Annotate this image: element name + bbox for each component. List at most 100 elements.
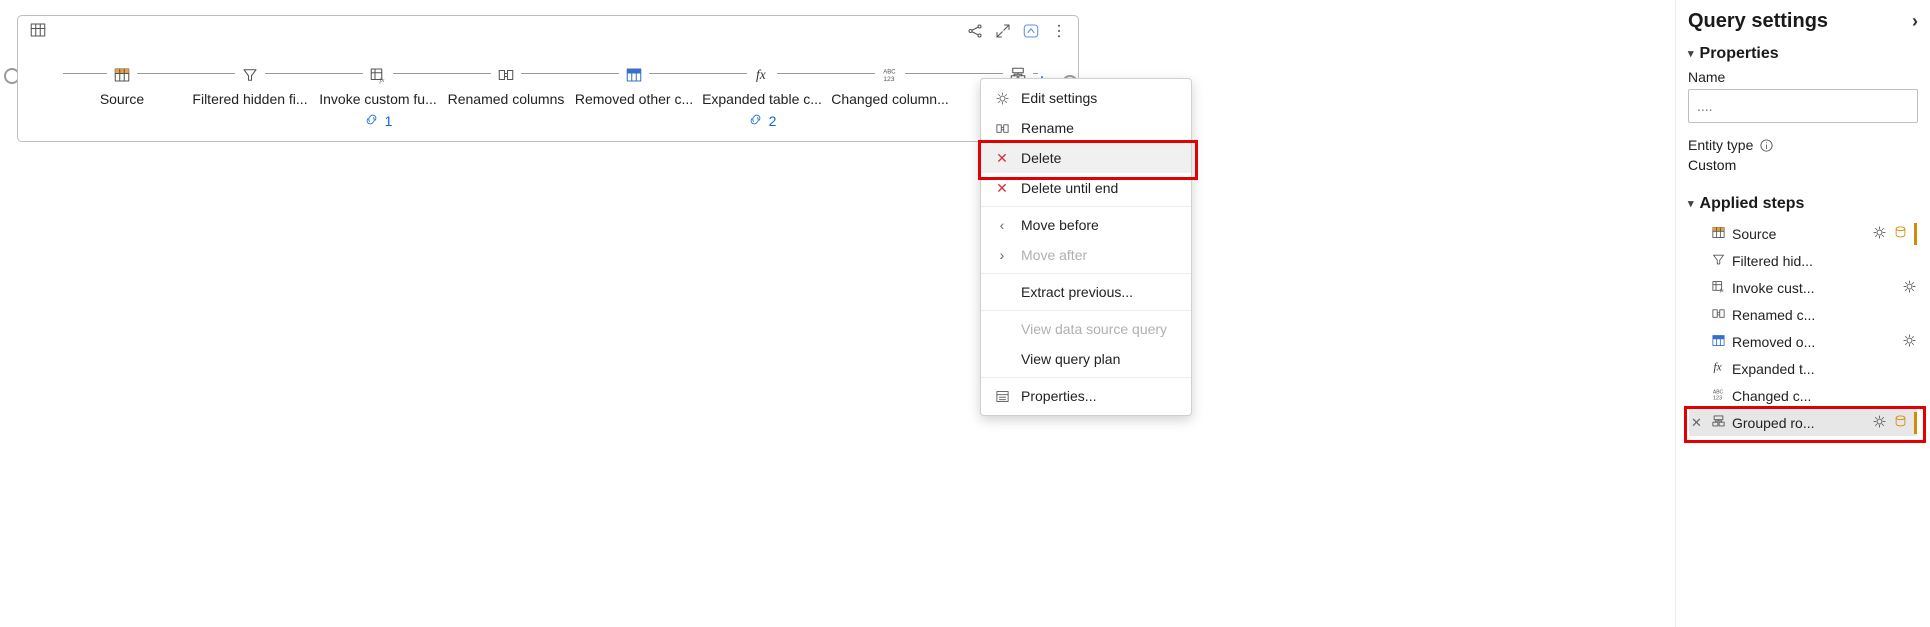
diagram-step[interactable]: Invoke custom fu... 1	[314, 64, 442, 130]
home-pill-icon[interactable]	[1022, 22, 1040, 44]
source-bar	[1914, 412, 1917, 434]
menu-item-label: View query plan	[1021, 351, 1120, 367]
step-name: Changed c...	[1732, 388, 1911, 404]
step-icon	[1711, 306, 1726, 324]
menu-item-delete-until-end[interactable]: ✕ Delete until end	[981, 173, 1191, 203]
query-settings-panel: Query settings › Properties Name Entity …	[1675, 0, 1930, 627]
menu-separator	[981, 206, 1191, 207]
rename-col-icon	[491, 64, 521, 86]
applied-step[interactable]: Invoke cust...	[1689, 274, 1917, 301]
step-label: Removed other c...	[575, 91, 693, 107]
applied-step[interactable]: Source	[1689, 220, 1917, 247]
menu-item-label: Properties...	[1021, 388, 1096, 404]
applied-step[interactable]: Filtered hid...	[1689, 247, 1917, 274]
chevron-left-icon: ‹	[993, 217, 1011, 233]
menu-separator	[981, 377, 1191, 378]
menu-item-edit-settings[interactable]: Edit settings	[981, 83, 1191, 113]
step-label: Renamed columns	[448, 91, 565, 107]
step-label: Filtered hidden fi...	[192, 91, 307, 107]
table-fx-icon	[363, 64, 393, 86]
x-icon: ✕	[993, 150, 1011, 167]
menu-item-properties[interactable]: Properties...	[981, 381, 1191, 411]
diagram-step[interactable]: Source	[58, 64, 186, 107]
collapse-icon[interactable]	[994, 22, 1012, 44]
gear-icon[interactable]	[1872, 225, 1887, 243]
fx-icon	[747, 64, 777, 86]
props-icon	[993, 389, 1011, 404]
diagram-step[interactable]: Removed other c...	[570, 64, 698, 107]
step-label: Invoke custom fu...	[319, 91, 437, 107]
panel-title: Query settings ›	[1688, 10, 1918, 33]
name-input[interactable]	[1688, 89, 1918, 123]
abc123-icon	[875, 64, 905, 86]
entity-type-label: Entity type	[1688, 137, 1918, 153]
step-icon	[1711, 225, 1726, 243]
chevron-right-icon[interactable]: ›	[1912, 11, 1918, 32]
diagram-step[interactable]: Filtered hidden fi...	[186, 64, 314, 107]
step-label: Source	[100, 91, 144, 107]
step-icon	[1711, 360, 1726, 378]
data-source-icon	[1893, 414, 1908, 432]
applied-step[interactable]: Removed o...	[1689, 328, 1917, 355]
query-diagram-panel: Source Filtered hidden fi... Invoke cust…	[17, 15, 1079, 142]
menu-item-view-query-plan[interactable]: View query plan	[981, 344, 1191, 374]
data-source-icon	[1893, 225, 1908, 243]
gear-icon[interactable]	[1902, 333, 1917, 351]
info-icon	[1759, 138, 1774, 153]
step-icon	[1711, 279, 1726, 297]
step-label: Changed column...	[831, 91, 949, 107]
gear-icon[interactable]	[1872, 414, 1887, 432]
menu-item-move-before[interactable]: ‹ Move before	[981, 210, 1191, 240]
menu-separator	[981, 273, 1191, 274]
applied-step[interactable]: Expanded t...	[1689, 355, 1917, 382]
diagram-step[interactable]: Renamed columns	[442, 64, 570, 107]
step-icon	[1711, 387, 1726, 405]
funnel-icon	[235, 64, 265, 86]
x-icon: ✕	[993, 180, 1011, 197]
step-icon	[1711, 252, 1726, 270]
menu-item-move-after: ›Move after	[981, 240, 1191, 270]
step-sublink[interactable]: 2	[748, 112, 777, 130]
delete-step-icon[interactable]: ✕	[1691, 415, 1702, 431]
diagram-step[interactable]: Expanded table c... 2	[698, 64, 826, 130]
menu-item-label: Delete until end	[1021, 180, 1118, 196]
source-bar	[1914, 223, 1917, 245]
menu-item-view-data-source-query: View data source query	[981, 314, 1191, 344]
gear-icon[interactable]	[1902, 279, 1917, 297]
menu-separator	[981, 310, 1191, 311]
diagram-step[interactable]: Changed column...	[826, 64, 954, 107]
share-icon[interactable]	[966, 22, 984, 44]
table-orange-icon	[107, 64, 137, 86]
menu-item-delete[interactable]: ✕ Delete	[981, 143, 1191, 173]
step-name: Removed o...	[1732, 334, 1896, 350]
menu-item-extract-previous[interactable]: Extract previous...	[981, 277, 1191, 307]
step-context-menu: Edit settings Rename ✕ Delete ✕ Delete until …	[980, 78, 1192, 416]
chevron-right-icon: ›	[993, 247, 1011, 263]
step-icon	[1711, 333, 1726, 351]
name-label: Name	[1688, 69, 1918, 85]
menu-item-label: Rename	[1021, 120, 1074, 136]
menu-item-label: Move before	[1021, 217, 1099, 233]
table-blue-icon	[619, 64, 649, 86]
step-name: Grouped ro...	[1732, 415, 1866, 431]
gear-icon	[993, 91, 1011, 106]
menu-item-label: Extract previous...	[1021, 284, 1133, 300]
step-sublink[interactable]: 1	[364, 112, 393, 130]
applied-steps-section-header[interactable]: Applied steps	[1688, 195, 1918, 213]
step-name: Filtered hid...	[1732, 253, 1911, 269]
applied-step[interactable]: Changed c...	[1689, 382, 1917, 409]
applied-step[interactable]: Renamed c...	[1689, 301, 1917, 328]
more-icon[interactable]	[1050, 22, 1068, 44]
properties-section-header[interactable]: Properties	[1688, 45, 1918, 63]
menu-item-label: View data source query	[1021, 321, 1167, 337]
step-label: Expanded table c...	[702, 91, 822, 107]
step-name: Source	[1732, 226, 1866, 242]
menu-item-label: Delete	[1021, 150, 1061, 166]
menu-item-label: Edit settings	[1021, 90, 1097, 106]
step-icon	[1711, 414, 1726, 432]
entity-type-value: Custom	[1688, 157, 1918, 173]
applied-step[interactable]: ✕ Grouped ro...	[1689, 409, 1917, 436]
step-name: Invoke cust...	[1732, 280, 1896, 296]
menu-item-rename[interactable]: Rename	[981, 113, 1191, 143]
step-name: Renamed c...	[1732, 307, 1911, 323]
